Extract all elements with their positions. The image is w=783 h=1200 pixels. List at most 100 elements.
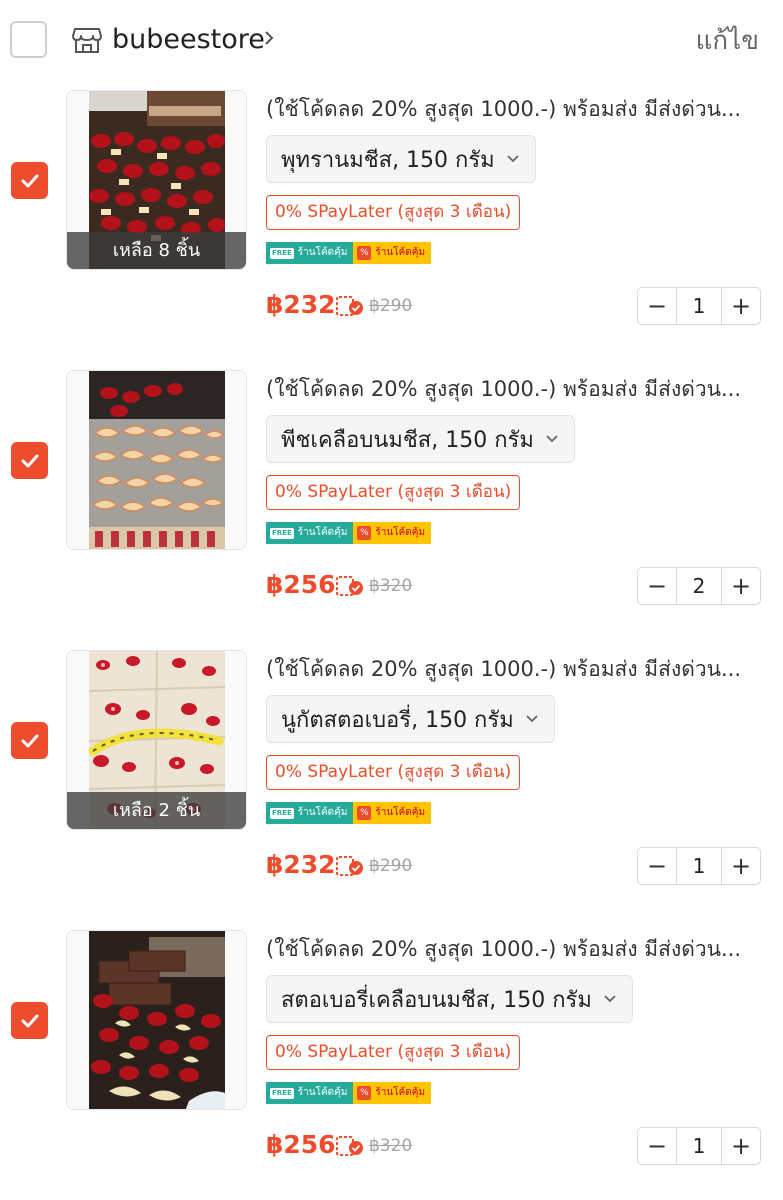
code-badge-label: ร้านโค้ดคุ้ม — [375, 527, 426, 538]
product-title[interactable]: (ใช้โค้ดลด 20% สูงสุด 1000.-) พร้อมส่ง ม… — [266, 372, 756, 406]
store-name[interactable]: bubeestore — [112, 22, 265, 58]
increase-quantity-button[interactable]: + — [722, 1128, 760, 1164]
quantity-input[interactable]: 1 — [676, 1128, 722, 1164]
free-badge-label: ร้านโค้ดคุ้ม — [297, 807, 348, 818]
decrease-quantity-button[interactable]: − — [638, 568, 676, 604]
variant-label: พีชเคลือบนมชีส, 150 กรัม — [281, 427, 534, 453]
variant-selector[interactable]: พุทรานมชีส, 150 กรัม — [266, 135, 536, 183]
item-checkbox[interactable] — [11, 442, 48, 479]
free-tag: FREE — [270, 807, 294, 819]
product-title[interactable]: (ใช้โค้ดลด 20% สูงสุด 1000.-) พร้อมส่ง ม… — [266, 92, 756, 126]
check-icon — [21, 734, 38, 747]
quantity-input[interactable]: 1 — [676, 288, 722, 324]
discount-code-badge: % ร้านโค้ดคุ้ม — [353, 1082, 432, 1104]
spaylater-badge: 0% SPayLater (สูงสุด 3 เดือน) — [266, 755, 521, 790]
percent-icon: % — [357, 526, 372, 540]
percent-icon: % — [357, 246, 372, 260]
original-price: ฿320 — [369, 576, 413, 596]
item-checkbox[interactable] — [11, 722, 48, 759]
free-badge-label: ร้านโค้ดคุ้ม — [297, 1087, 348, 1098]
free-shipping-badge: FREE ร้านโค้ดคุ้ม — [266, 1082, 354, 1104]
quantity-input[interactable]: 2 — [676, 568, 722, 604]
increase-quantity-button[interactable]: + — [722, 848, 760, 884]
strawberry-cheese-image — [89, 931, 225, 1109]
peach-cheese-image — [89, 371, 225, 549]
check-icon — [21, 1014, 38, 1027]
original-price: ฿320 — [369, 1136, 413, 1156]
item-checkbox[interactable] — [11, 1002, 48, 1039]
free-badge-label: ร้านโค้ดคุ้ม — [297, 527, 348, 538]
variant-selector[interactable]: พีชเคลือบนมชีส, 150 กรัม — [266, 415, 575, 463]
free-shipping-badge: FREE ร้านโค้ดคุ้ม — [266, 522, 354, 544]
current-price: ฿232 — [266, 850, 336, 879]
shop-header: bubeestore แก้ไข — [0, 0, 783, 80]
select-shop-checkbox[interactable] — [10, 21, 47, 58]
cart-item: เหลือ 8 ชิ้น (ใช้โค้ดลด 20% สูงสุด 1000.… — [0, 90, 783, 370]
cart-item: เหลือ 2 ชิ้น (ใช้โค้ดลด 20% สูงสุด 1000.… — [0, 650, 783, 930]
free-shipping-badge: FREE ร้านโค้ดคุ้ม — [266, 802, 354, 824]
product-image[interactable] — [66, 930, 247, 1110]
decrease-quantity-button[interactable]: − — [638, 1128, 676, 1164]
edit-button[interactable]: แก้ไข — [696, 24, 759, 58]
product-image[interactable]: เหลือ 8 ชิ้น — [66, 90, 247, 270]
store-icon — [72, 28, 102, 53]
free-badge-label: ร้านโค้ดคุ้ม — [297, 247, 348, 258]
free-shipping-badge: FREE ร้านโค้ดคุ้ม — [266, 242, 354, 264]
increase-quantity-button[interactable]: + — [722, 288, 760, 324]
percent-icon: % — [357, 1086, 372, 1100]
current-price: ฿232 — [266, 290, 336, 319]
free-tag: FREE — [270, 1087, 294, 1099]
variant-label: สตอเบอรี่เคลือบนมชีส, 150 กรัม — [281, 987, 592, 1013]
discount-code-badge: % ร้านโค้ดคุ้ม — [353, 242, 432, 264]
coin-discount-icon — [336, 296, 363, 316]
promo-badges: FREE ร้านโค้ดคุ้ม % ร้านโค้ดคุ้ม — [266, 522, 432, 544]
product-image[interactable]: เหลือ 2 ชิ้น — [66, 650, 247, 830]
current-price: ฿256 — [266, 1130, 336, 1159]
variant-selector[interactable]: สตอเบอรี่เคลือบนมชีส, 150 กรัม — [266, 975, 633, 1023]
free-tag: FREE — [270, 527, 294, 539]
discount-code-badge: % ร้านโค้ดคุ้ม — [353, 802, 432, 824]
increase-quantity-button[interactable]: + — [722, 568, 760, 604]
product-title[interactable]: (ใช้โค้ดลด 20% สูงสุด 1000.-) พร้อมส่ง ม… — [266, 932, 756, 966]
chevron-down-icon — [526, 715, 538, 723]
promo-badges: FREE ร้านโค้ดคุ้ม % ร้านโค้ดคุ้ม — [266, 242, 432, 264]
product-title[interactable]: (ใช้โค้ดลด 20% สูงสุด 1000.-) พร้อมส่ง ม… — [266, 652, 756, 686]
chevron-right-icon[interactable] — [262, 27, 276, 49]
variant-label: พุทรานมชีส, 150 กรัม — [281, 147, 495, 173]
spaylater-badge: 0% SPayLater (สูงสุด 3 เดือน) — [266, 195, 521, 230]
stock-remaining-label: เหลือ 8 ชิ้น — [67, 232, 246, 269]
code-badge-label: ร้านโค้ดคุ้ม — [375, 247, 426, 258]
variant-label: นูกัตสตอเบอรี่, 150 กรัม — [281, 707, 514, 733]
original-price: ฿290 — [369, 296, 413, 316]
check-icon — [21, 174, 38, 187]
cart-item: (ใช้โค้ดลด 20% สูงสุด 1000.-) พร้อมส่ง ม… — [0, 930, 783, 1200]
quantity-stepper: − 1 + — [637, 287, 761, 325]
code-badge-label: ร้านโค้ดคุ้ม — [375, 807, 426, 818]
coin-discount-icon — [336, 576, 363, 596]
quantity-stepper: − 2 + — [637, 567, 761, 605]
current-price: ฿256 — [266, 570, 336, 599]
chevron-down-icon — [604, 995, 616, 1003]
coin-discount-icon — [336, 856, 363, 876]
free-tag: FREE — [270, 247, 294, 259]
check-icon — [21, 454, 38, 467]
promo-badges: FREE ร้านโค้ดคุ้ม % ร้านโค้ดคุ้ม — [266, 802, 432, 824]
product-image[interactable] — [66, 370, 247, 550]
spaylater-badge: 0% SPayLater (สูงสุด 3 เดือน) — [266, 475, 521, 510]
chevron-down-icon — [546, 435, 558, 443]
decrease-quantity-button[interactable]: − — [638, 848, 676, 884]
discount-code-badge: % ร้านโค้ดคุ้ม — [353, 522, 432, 544]
stock-remaining-label: เหลือ 2 ชิ้น — [67, 792, 246, 829]
percent-icon: % — [357, 806, 372, 820]
cart-item: (ใช้โค้ดลด 20% สูงสุด 1000.-) พร้อมส่ง ม… — [0, 370, 783, 650]
code-badge-label: ร้านโค้ดคุ้ม — [375, 1087, 426, 1098]
coin-discount-icon — [336, 1136, 363, 1156]
promo-badges: FREE ร้านโค้ดคุ้ม % ร้านโค้ดคุ้ม — [266, 1082, 432, 1104]
variant-selector[interactable]: นูกัตสตอเบอรี่, 150 กรัม — [266, 695, 555, 743]
chevron-down-icon — [507, 155, 519, 163]
decrease-quantity-button[interactable]: − — [638, 288, 676, 324]
quantity-input[interactable]: 1 — [676, 848, 722, 884]
original-price: ฿290 — [369, 856, 413, 876]
spaylater-badge: 0% SPayLater (สูงสุด 3 เดือน) — [266, 1035, 521, 1070]
item-checkbox[interactable] — [11, 162, 48, 199]
